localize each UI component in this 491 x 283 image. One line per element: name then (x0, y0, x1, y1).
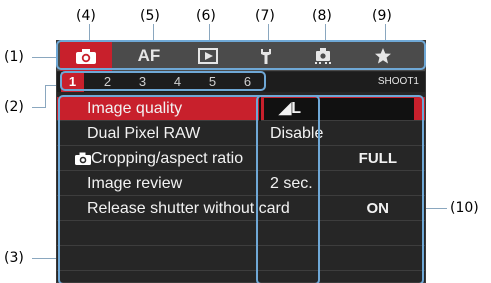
callout-1: (1) (4, 49, 24, 65)
callout-7: (7) (255, 8, 275, 24)
highlight-tab-bar (56, 40, 426, 70)
callout-9: (9) (372, 8, 392, 24)
callout-6: (6) (196, 8, 216, 24)
callout-2: (2) (4, 99, 24, 115)
leader-line-2a (32, 107, 45, 108)
highlight-sub-tabs (60, 71, 266, 91)
callout-4: (4) (76, 8, 96, 24)
callout-8: (8) (312, 8, 332, 24)
leader-line-2b (45, 85, 46, 108)
callout-3: (3) (4, 250, 24, 266)
callout-5: (5) (140, 8, 160, 24)
current-tab-label: SHOOT1 (377, 76, 419, 87)
highlight-settings (256, 95, 424, 283)
leader-line-10 (423, 208, 447, 209)
callout-10: (10) (450, 200, 479, 216)
